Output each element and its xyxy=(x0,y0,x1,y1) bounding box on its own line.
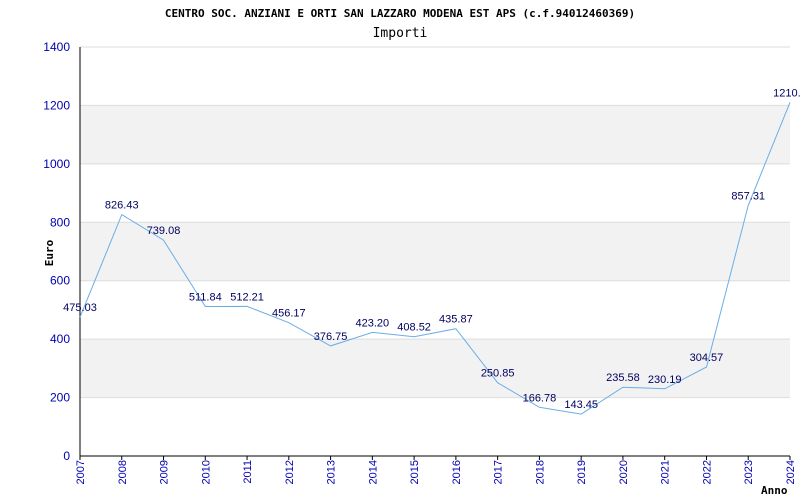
data-label: 739.08 xyxy=(147,225,181,237)
chart-title: CENTRO SOC. ANZIANI E ORTI SAN LAZZARO M… xyxy=(165,7,635,20)
y-tick-label: 1200 xyxy=(43,98,70,112)
x-tick-label: 2007 xyxy=(75,460,87,484)
data-label: 435.87 xyxy=(439,314,473,326)
x-tick-label: 2015 xyxy=(409,460,421,484)
y-tick-label: 800 xyxy=(50,215,70,229)
data-label: 1210.5 xyxy=(773,87,800,99)
data-label: 166.78 xyxy=(523,392,557,404)
data-label: 304.57 xyxy=(690,352,724,364)
data-label: 475.03 xyxy=(63,302,97,314)
line-chart: CENTRO SOC. ANZIANI E ORTI SAN LAZZARO M… xyxy=(43,7,800,497)
x-tick-label: 2023 xyxy=(743,460,755,484)
y-tick-label: 1000 xyxy=(43,157,70,171)
y-tick-label: 0 xyxy=(63,449,70,463)
grid-band xyxy=(80,222,790,281)
data-label: 235.58 xyxy=(606,372,640,384)
x-tick-label: 2024 xyxy=(785,460,797,484)
x-tick-label: 2017 xyxy=(493,460,505,484)
x-tick-label: 2013 xyxy=(326,460,338,484)
x-tick-label: 2009 xyxy=(159,460,171,484)
grid-band xyxy=(80,105,790,164)
y-tick-label: 200 xyxy=(50,391,70,405)
x-tick-label: 2010 xyxy=(200,460,212,484)
x-axis-label: Anno xyxy=(761,484,788,497)
x-tick-label: 2011 xyxy=(242,460,254,484)
data-label: 230.19 xyxy=(648,374,682,386)
data-label: 408.52 xyxy=(397,322,431,334)
x-tick-label: 2018 xyxy=(534,460,546,484)
data-label: 511.84 xyxy=(189,291,222,303)
x-tick-label: 2020 xyxy=(618,460,630,484)
chart-subtitle: Importi xyxy=(373,26,428,41)
data-label: 456.17 xyxy=(272,308,306,320)
x-axis-ticks: 2007 2008 2009 2010 2011 2012 2013 2014 2015 2016… xyxy=(75,460,797,484)
data-label: 512.21 xyxy=(230,291,264,303)
x-tick-label: 2008 xyxy=(117,460,129,484)
data-label: 376.75 xyxy=(314,331,348,343)
data-label: 143.45 xyxy=(564,399,598,411)
grid-bands xyxy=(80,105,790,398)
x-tick-label: 2016 xyxy=(451,460,463,484)
x-tick-label: 2014 xyxy=(367,460,379,484)
data-label: 423.20 xyxy=(356,317,390,329)
y-tick-label: 400 xyxy=(50,332,70,346)
data-label: 250.85 xyxy=(481,368,515,380)
y-tick-label: 600 xyxy=(50,274,70,288)
data-label: 826.43 xyxy=(105,200,139,212)
y-axis-label: Euro xyxy=(43,239,56,266)
x-tick-label: 2012 xyxy=(284,460,296,484)
x-tick-label: 2021 xyxy=(660,460,672,484)
grid-band xyxy=(80,339,790,398)
data-label: 857.31 xyxy=(731,191,765,203)
y-tick-label: 1400 xyxy=(43,40,70,54)
x-tick-label: 2022 xyxy=(701,460,713,484)
x-tick-label: 2019 xyxy=(576,460,588,484)
